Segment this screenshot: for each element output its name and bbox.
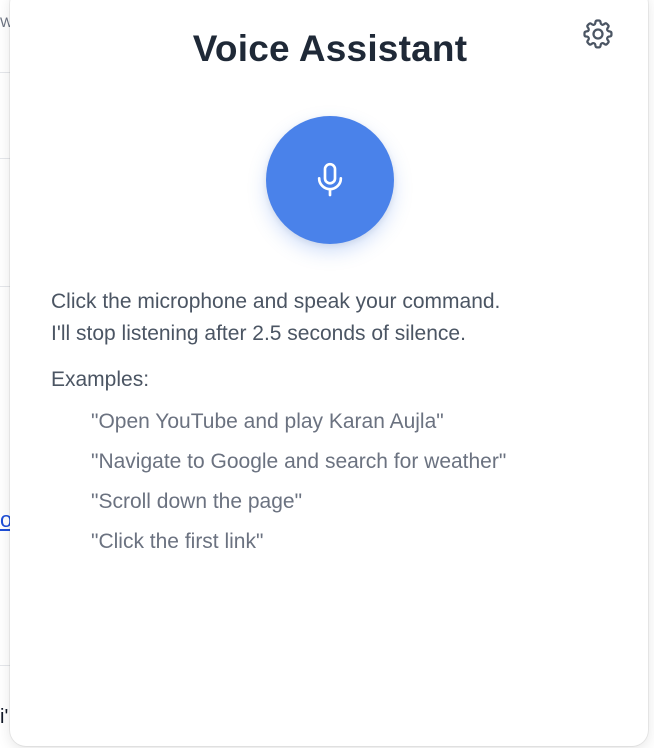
voice-assistant-panel: Voice Assistant Click the microphone and… (10, 0, 648, 746)
example-item: "Click the first link" (91, 530, 264, 553)
settings-button[interactable] (578, 14, 618, 54)
microphone-button[interactable] (266, 116, 394, 244)
microphone-icon (317, 162, 343, 197)
examples-list: "Open YouTube and play Karan Aujla" "Nav… (91, 402, 506, 562)
panel-title: Voice Assistant (192, 28, 468, 69)
instruction-line: Click the microphone and speak your comm… (51, 290, 501, 313)
instructions-text: Click the microphone and speak your comm… (51, 286, 631, 350)
background-link-fragment[interactable]: o (0, 507, 10, 533)
gear-icon (583, 19, 613, 49)
example-item: "Scroll down the page" (91, 490, 303, 513)
background-text-fragment: i' (0, 706, 9, 728)
example-item: "Navigate to Google and search for weath… (91, 450, 507, 473)
examples-heading: Examples: (51, 368, 150, 391)
example-item: "Open YouTube and play Karan Aujla" (91, 410, 444, 433)
instruction-line: I'll stop listening after 2.5 seconds of… (51, 322, 466, 345)
